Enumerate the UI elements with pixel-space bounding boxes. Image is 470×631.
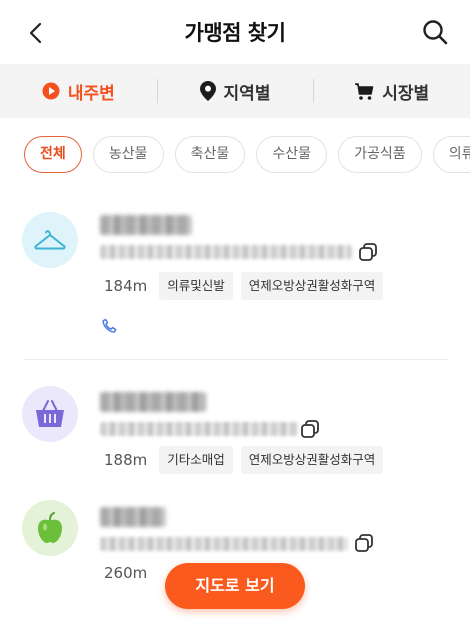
view-map-button[interactable]: 지도로 보기 [165, 563, 305, 609]
store-category-tag: 기타소매업 [159, 446, 233, 474]
store-avatar [22, 500, 78, 556]
category-filter: 전체 농산물 축산물 수산물 가공식품 의류및신 [0, 136, 470, 176]
list-divider [24, 359, 448, 360]
page-title: 가맹점 찾기 [184, 21, 286, 45]
hanger-icon [34, 230, 66, 250]
store-avatar [22, 386, 78, 442]
phone-icon[interactable] [100, 317, 118, 335]
tab-label: 지역별 [223, 83, 271, 104]
shopping-cart-icon [355, 83, 374, 100]
tab-region[interactable]: 지역별 [156, 64, 314, 118]
location-arrow-icon [42, 82, 60, 100]
store-distance: 260m [104, 564, 148, 582]
store-meta: 260m [104, 564, 151, 582]
location-tab-bar: 내주변 지역별 시장별 [0, 64, 470, 118]
store-area-tag: 연제오방상권활성화구역 [240, 272, 384, 300]
store-distance: 184m [104, 277, 148, 295]
store-avatar [22, 212, 78, 268]
tab-label: 시장별 [382, 83, 430, 104]
store-list-item[interactable]: 188m 기타소매업 연제오방상권활성화구역 [0, 372, 470, 490]
tab-nearby[interactable]: 내주변 [0, 64, 157, 118]
apple-icon [38, 512, 62, 543]
chip-produce[interactable]: 농산물 [92, 136, 164, 173]
store-category-tag: 의류및신발 [159, 272, 233, 300]
app-header: 가맹점 찾기 [0, 0, 470, 64]
chip-livestock[interactable]: 축산물 [174, 136, 246, 173]
store-distance: 188m [104, 451, 148, 469]
copy-icon[interactable] [299, 418, 321, 440]
search-icon[interactable] [420, 17, 450, 47]
store-address-redacted [100, 245, 352, 259]
store-meta: 184m 의류및신발 연제오방상권활성화구역 [104, 272, 384, 300]
copy-icon[interactable] [353, 532, 375, 554]
basket-icon [36, 400, 64, 427]
store-list-item[interactable]: 260m [0, 490, 470, 631]
store-name-redacted [100, 215, 192, 235]
store-meta: 188m 기타소매업 연제오방상권활성화구역 [104, 446, 384, 474]
copy-icon[interactable] [357, 241, 379, 263]
store-name-redacted [100, 507, 166, 527]
chip-clothing[interactable]: 의류및신 [432, 136, 470, 173]
chip-all[interactable]: 전체 [24, 136, 82, 173]
store-list-item[interactable]: 184m 의류및신발 연제오방상권활성화구역 [0, 200, 470, 350]
store-address-redacted [100, 537, 348, 551]
map-pin-icon [199, 81, 216, 101]
store-area-tag: 연제오방상권활성화구역 [240, 446, 384, 474]
store-name-redacted [100, 392, 206, 412]
tab-market[interactable]: 시장별 [313, 64, 470, 118]
tab-label: 내주변 [67, 83, 115, 104]
store-address-redacted [100, 422, 298, 436]
chip-seafood[interactable]: 수산물 [256, 136, 327, 173]
chip-processed-food[interactable]: 가공식품 [338, 136, 422, 173]
